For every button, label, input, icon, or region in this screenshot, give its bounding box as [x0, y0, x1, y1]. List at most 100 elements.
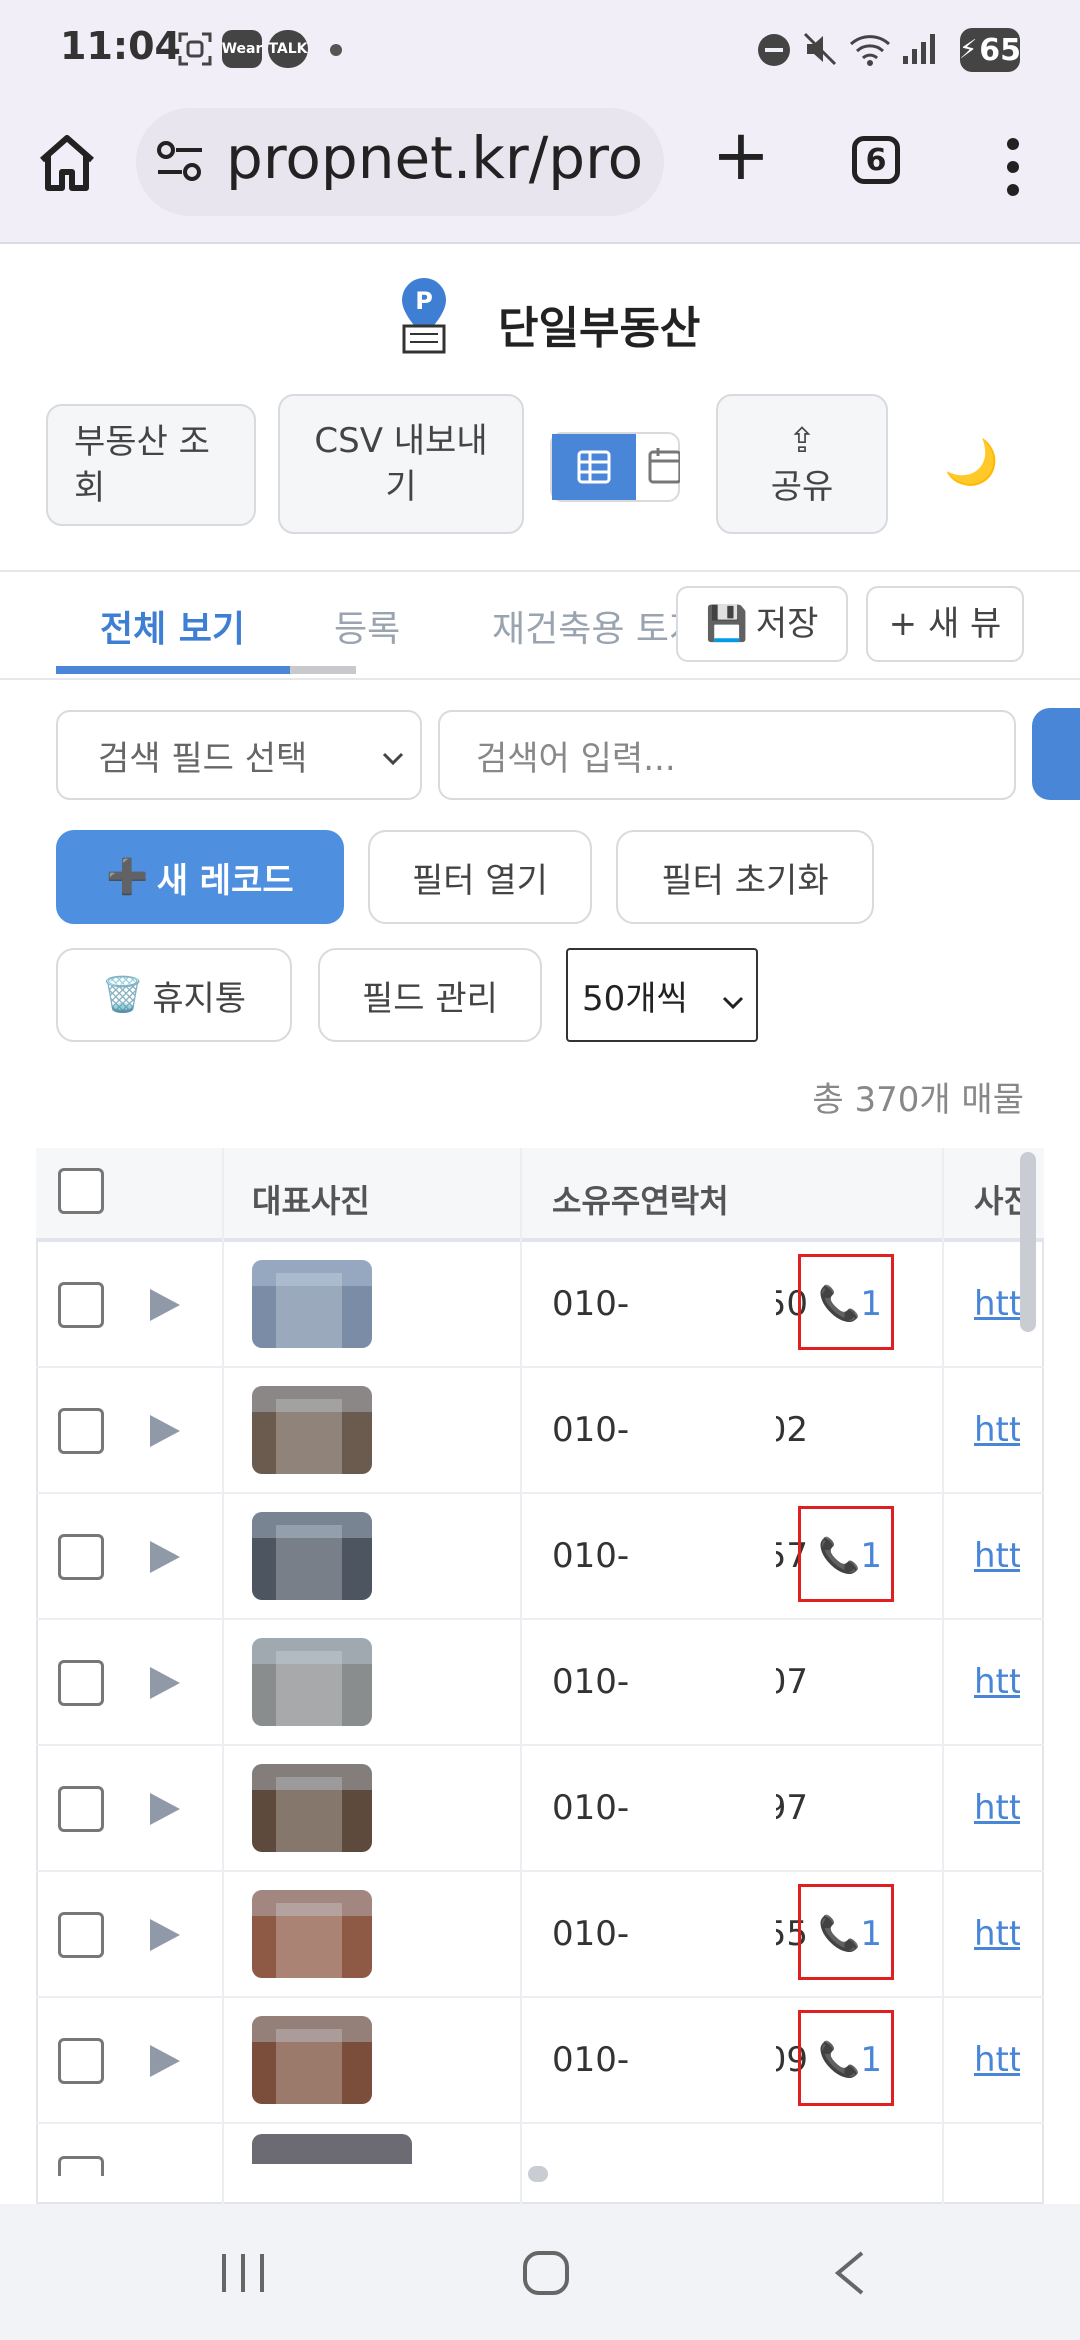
property-thumbnail[interactable] [252, 1764, 372, 1852]
expand-row-icon[interactable] [150, 2045, 180, 2077]
property-lookup-button[interactable]: 부동산 조회 [46, 404, 256, 526]
property-thumbnail[interactable] [252, 1512, 372, 1600]
select-all-checkbox[interactable] [58, 1168, 104, 1214]
divider [0, 570, 1080, 572]
mute-icon [802, 30, 838, 68]
highlight-box [798, 1506, 894, 1602]
expand-row-icon[interactable] [150, 1667, 180, 1699]
battery-icon: ⚡ 65 [959, 28, 1022, 72]
table-row[interactable] [36, 1746, 1044, 1872]
owner-phone-suffix: 97 [776, 1788, 808, 1828]
new-view-button[interactable]: + 새 뷰 [866, 586, 1024, 662]
property-thumbnail[interactable] [252, 1638, 372, 1726]
column-header-photo-link[interactable]: 사진 [974, 1176, 1020, 1222]
table-row[interactable] [36, 1620, 1044, 1746]
owner-phone-prefix: 010- [552, 1662, 630, 1702]
column-header-photo[interactable]: 대표사진 [252, 1176, 370, 1222]
row-checkbox[interactable] [58, 1912, 104, 1958]
expand-row-icon[interactable] [150, 1919, 180, 1951]
table-view-icon[interactable] [552, 434, 636, 500]
new-tab-button[interactable]: + [706, 120, 776, 192]
photo-link[interactable]: htt [974, 1914, 1020, 1954]
row-checkbox[interactable] [58, 2038, 104, 2084]
brand-logo-icon: P [394, 276, 454, 356]
tab-register[interactable]: 등록 [334, 600, 400, 652]
row-checkbox[interactable] [58, 1408, 104, 1454]
signal-icon [900, 30, 936, 68]
photo-link[interactable]: htt [974, 1662, 1020, 1702]
row-checkbox[interactable] [58, 2156, 104, 2176]
property-thumbnail[interactable] [252, 2134, 412, 2164]
per-page-label: 50개씩 [582, 978, 688, 1019]
divider [0, 678, 1080, 680]
dark-mode-toggle-icon[interactable]: 🌙 [944, 436, 999, 488]
owner-phone-prefix: 010- [552, 1914, 630, 1954]
owner-phone-prefix: 010- [552, 1788, 630, 1828]
per-page-select[interactable]: 50개씩 [566, 948, 758, 1042]
highlight-box [798, 1884, 894, 1980]
vertical-scrollbar[interactable] [1020, 1152, 1036, 1332]
talk-icon: TALK [268, 30, 308, 68]
screenshot-icon [176, 30, 214, 68]
photo-link[interactable]: htt [974, 2040, 1020, 2080]
property-thumbnail[interactable] [252, 2016, 372, 2104]
calendar-view-icon[interactable] [636, 434, 680, 500]
horizontal-scroll-indicator[interactable] [528, 2166, 548, 2182]
url-text[interactable]: propnet.kr/props [226, 124, 646, 192]
site-settings-icon[interactable] [156, 140, 204, 184]
table-row[interactable] [36, 1368, 1044, 1494]
status-time: 11:04 [60, 24, 181, 68]
search-field-label: 검색 필드 선택 [98, 738, 308, 779]
row-checkbox[interactable] [58, 1534, 104, 1580]
photo-link[interactable]: htt [974, 1284, 1020, 1324]
battery-level: 65 [979, 32, 1022, 68]
highlight-box [798, 1254, 894, 1350]
filter-reset-button[interactable]: 필터 초기화 [616, 830, 874, 924]
photo-link[interactable]: htt [974, 1788, 1020, 1828]
chevron-down-icon [720, 984, 746, 1024]
more-menu-icon[interactable] [998, 132, 1028, 202]
trash-button[interactable]: 🗑️ 휴지통 [56, 948, 292, 1042]
recent-apps-icon[interactable] [218, 2252, 268, 2298]
owner-phone-prefix: 010- [552, 1536, 630, 1576]
plus-icon: ➕ [106, 857, 149, 897]
csv-export-button[interactable]: CSV 내보내기 [278, 394, 524, 534]
owner-phone-prefix: 010- [552, 2040, 630, 2080]
row-checkbox[interactable] [58, 1282, 104, 1328]
search-button[interactable] [1032, 708, 1080, 800]
table-header [36, 1148, 1044, 1242]
filter-open-button[interactable]: 필터 열기 [368, 830, 592, 924]
expand-row-icon[interactable] [150, 1289, 180, 1321]
save-view-button[interactable]: 💾 저장 [676, 586, 848, 662]
expand-row-icon[interactable] [150, 1415, 180, 1447]
total-count: 총 370개 매물 [812, 1080, 1024, 1120]
field-manage-button[interactable]: 필드 관리 [318, 948, 542, 1042]
photo-link[interactable]: htt [974, 1536, 1020, 1576]
owner-phone-suffix: 02 [776, 1410, 808, 1450]
expand-row-icon[interactable] [150, 1541, 180, 1573]
search-input[interactable]: 검색어 입력... [438, 710, 1016, 800]
tab-all-view[interactable]: 전체 보기 [100, 600, 245, 652]
expand-row-icon[interactable] [150, 1793, 180, 1825]
tab-redevelopment-land[interactable]: 재건축용 토지 [492, 600, 692, 652]
row-checkbox[interactable] [58, 1786, 104, 1832]
search-field-select[interactable]: 검색 필드 선택 [56, 710, 422, 800]
trash-icon: 🗑️ [101, 975, 145, 1015]
tab-switcher-button[interactable]: 6 [852, 136, 900, 184]
trash-label: 휴지통 [152, 978, 247, 1019]
home-icon[interactable] [36, 132, 98, 194]
svg-text:P: P [415, 287, 433, 315]
column-header-owner-contact[interactable]: 소유주연락처 [552, 1176, 729, 1222]
home-nav-icon[interactable] [522, 2250, 570, 2300]
new-record-button[interactable]: ➕ 새 레코드 [56, 830, 344, 924]
owner-phone-prefix: 010- [552, 1284, 630, 1324]
property-thumbnail[interactable] [252, 1890, 372, 1978]
new-record-label: 새 레코드 [156, 860, 294, 901]
row-checkbox[interactable] [58, 1660, 104, 1706]
property-thumbnail[interactable] [252, 1260, 372, 1348]
photo-link[interactable]: htt [974, 1410, 1020, 1450]
property-lookup-label: 부동산 조회 [74, 422, 210, 508]
back-nav-icon[interactable] [830, 2250, 870, 2300]
property-thumbnail[interactable] [252, 1386, 372, 1474]
share-button[interactable]: ⇪ 공유 [716, 394, 888, 534]
